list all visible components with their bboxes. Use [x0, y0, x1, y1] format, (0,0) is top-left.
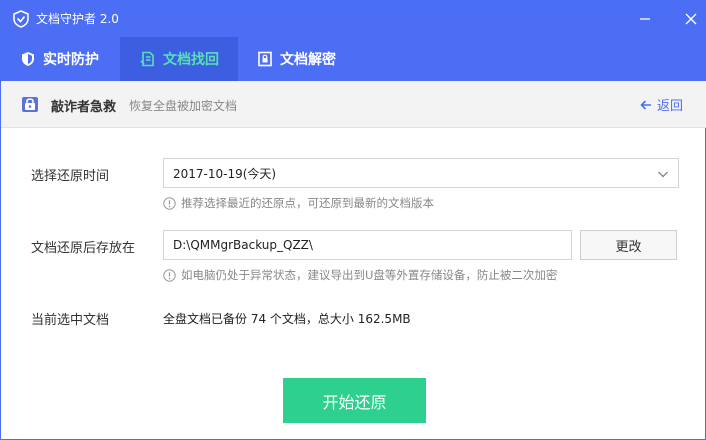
current-selection-value: 全盘文档已备份 74 个文档，总大小 162.5MB — [163, 312, 411, 326]
save-path-label: 文档还原后存放在 — [31, 241, 136, 256]
info-icon — [163, 268, 176, 282]
tab-document-decrypt[interactable]: 文档解密 — [238, 37, 358, 81]
save-path-hint: 如电脑仍处于异常状态，建议导出到U盘等外置存储设备，防止被二次加密 — [163, 267, 557, 283]
change-path-button[interactable]: 更改 — [580, 230, 677, 260]
tab-realtime-protection[interactable]: 实时防护 — [1, 37, 120, 81]
shield-icon — [19, 50, 37, 68]
page-title: 敲诈者急救 — [51, 100, 117, 115]
document-recover-icon — [139, 50, 157, 68]
save-path-input[interactable] — [163, 230, 572, 260]
info-icon — [163, 196, 176, 210]
tab-label: 实时防护 — [43, 52, 99, 68]
minimize-button[interactable] — [635, 9, 655, 29]
app-window: 文档守护者 2.0 实时防护 文档找回 文档解密 敲诈者急救 恢复全盘被加密文档… — [0, 0, 706, 440]
sub-header: 敲诈者急救 恢复全盘被加密文档 返回 — [1, 81, 706, 128]
restore-time-value: 2017-10-19(今天) — [173, 166, 277, 181]
hint-text: 如电脑仍处于异常状态，建议导出到U盘等外置存储设备，防止被二次加密 — [181, 268, 558, 282]
lock-folder-icon — [20, 94, 40, 114]
chevron-down-icon — [657, 168, 669, 180]
back-label: 返回 — [657, 99, 684, 114]
tab-document-recovery[interactable]: 文档找回 — [120, 37, 238, 81]
tab-label: 文档找回 — [163, 52, 219, 68]
title-bar: 文档守护者 2.0 — [1, 1, 706, 37]
hint-text: 推荐选择最近的还原点，可还原到最新的文档版本 — [181, 196, 434, 210]
page-description: 恢复全盘被加密文档 — [129, 99, 238, 113]
document-lock-icon — [256, 50, 274, 68]
arrow-left-icon — [640, 99, 652, 111]
close-button[interactable] — [681, 9, 701, 29]
tab-bar: 实时防护 文档找回 文档解密 — [1, 37, 706, 81]
restore-time-select[interactable]: 2017-10-19(今天) — [163, 158, 679, 188]
current-selection-label: 当前选中文档 — [31, 313, 110, 328]
tab-label: 文档解密 — [280, 52, 336, 68]
shield-logo-icon — [12, 10, 30, 28]
restore-time-label: 选择还原时间 — [31, 169, 110, 184]
back-button[interactable]: 返回 — [640, 95, 683, 114]
window-title: 文档守护者 2.0 — [36, 12, 119, 26]
restore-time-hint: 推荐选择最近的还原点，可还原到最新的文档版本 — [163, 195, 434, 211]
start-restore-button[interactable]: 开始还原 — [283, 378, 426, 423]
